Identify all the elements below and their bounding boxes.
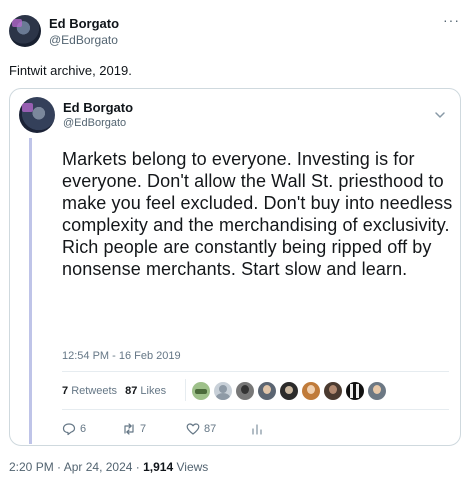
- avatar[interactable]: [324, 382, 342, 400]
- avatar[interactable]: [214, 382, 232, 400]
- thread-line: [29, 138, 32, 444]
- retweets-stat[interactable]: 7 Retweets: [62, 385, 117, 397]
- separator: ·: [53, 460, 64, 474]
- retweet-icon: [124, 423, 134, 435]
- quoted-author-name[interactable]: Ed Borgato: [63, 100, 133, 115]
- like-count: 87: [204, 423, 217, 435]
- divider: [62, 371, 449, 372]
- quoted-timestamp[interactable]: 12:54 PM - 16 Feb 2019: [62, 350, 181, 362]
- views-count: 1,914: [143, 460, 174, 474]
- avatar[interactable]: [346, 382, 364, 400]
- avatar[interactable]: [236, 382, 254, 400]
- reply-icon: [62, 423, 76, 436]
- quoted-tweet: Ed Borgato @EdBorgato Markets belong to …: [10, 89, 460, 445]
- avatar[interactable]: [302, 382, 320, 400]
- author-name[interactable]: Ed Borgato: [49, 16, 119, 31]
- divider: [62, 409, 449, 410]
- post-time[interactable]: 2:20 PM: [9, 460, 54, 474]
- retweet-count: 7: [140, 423, 147, 435]
- engagement-stats: 7 Retweets 87 Likes: [62, 385, 166, 397]
- outer-tweet-header: Ed Borgato @EdBorgato ···: [9, 12, 464, 52]
- likes-count: 87: [125, 385, 138, 397]
- tweet-text: Fintwit archive, 2019.: [9, 63, 132, 78]
- retweets-count: 7: [62, 385, 69, 397]
- analytics-icon: [252, 424, 262, 435]
- likes-label: Likes: [140, 385, 167, 397]
- avatar[interactable]: [258, 382, 276, 400]
- more-options-icon[interactable]: ···: [443, 12, 460, 28]
- tweet-footer: 2:20 PM · Apr 24, 2024 · 1,914 Views: [9, 460, 208, 474]
- divider: [185, 379, 186, 401]
- post-date[interactable]: Apr 24, 2024: [64, 460, 133, 474]
- avatar[interactable]: [280, 382, 298, 400]
- author-handle[interactable]: @EdBorgato: [49, 33, 118, 47]
- like-button[interactable]: 87: [186, 422, 216, 436]
- reply-button[interactable]: 6: [62, 422, 86, 436]
- separator: ·: [132, 460, 144, 474]
- avatar[interactable]: [9, 15, 41, 47]
- avatar[interactable]: [19, 97, 55, 133]
- quoted-author-handle[interactable]: @EdBorgato: [63, 117, 126, 129]
- avatar[interactable]: [192, 382, 210, 400]
- chevron-down-icon[interactable]: [434, 109, 446, 121]
- views-label: Views: [176, 460, 209, 474]
- heart-icon: [186, 423, 200, 435]
- quoted-tweet-text: Markets belong to everyone. Investing is…: [62, 149, 453, 279]
- retweets-label: Retweets: [71, 385, 118, 397]
- reply-count: 6: [80, 423, 87, 435]
- analytics-button[interactable]: [250, 422, 264, 436]
- likes-stat[interactable]: 87 Likes: [125, 385, 166, 397]
- quoted-tweet-card[interactable]: Ed Borgato @EdBorgato Markets belong to …: [9, 88, 461, 446]
- avatar[interactable]: [368, 382, 386, 400]
- retweet-button[interactable]: 7: [122, 422, 146, 436]
